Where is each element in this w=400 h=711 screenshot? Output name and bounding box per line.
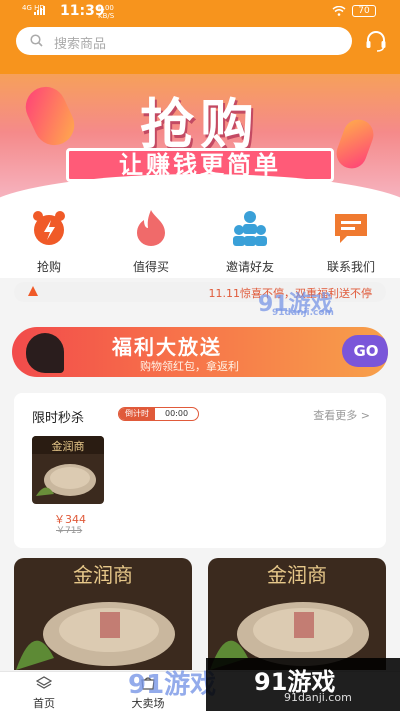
- tab-home[interactable]: 首页: [14, 676, 74, 711]
- promo-subtitle: 购物领红包，拿返利: [140, 360, 239, 373]
- flash-sale-card: 限时秒杀 倒计时 00:00 查看更多 > 金润商 ￥344 ￥715: [14, 393, 386, 548]
- product-image: 金润商: [208, 558, 386, 670]
- signal-icon: [34, 6, 46, 15]
- quick-menu: 抢购 值得买 邀请好友 联系我们: [0, 204, 400, 278]
- product-original-price: ￥715: [56, 526, 83, 536]
- watermark-badge: 91游戏 91danji.com: [206, 658, 400, 711]
- headset-icon[interactable]: [364, 29, 388, 53]
- speaker-icon: [28, 286, 38, 296]
- flash-sale-title: 限时秒杀: [32, 411, 85, 426]
- product-card[interactable]: 金润商: [208, 558, 386, 670]
- go-button[interactable]: GO: [342, 335, 388, 367]
- search-bar[interactable]: 搜索商品: [16, 27, 352, 55]
- countdown-value: 00:00: [165, 409, 189, 418]
- alarm-clock-icon: [33, 211, 65, 245]
- people-icon: [233, 211, 267, 246]
- banner-cloud-shape: [0, 174, 400, 204]
- product-image[interactable]: 金润商: [32, 436, 104, 504]
- watermark-logo: 91游戏: [128, 670, 217, 700]
- hero-banner[interactable]: 抢购 让赚钱更简单: [0, 74, 400, 204]
- search-icon: [30, 34, 43, 47]
- promo-banner[interactable]: 福利大放送 购物领红包，拿返利 GO: [12, 327, 388, 377]
- svg-text:金润商: 金润商: [267, 563, 327, 587]
- watermark-url: 91danji.com: [272, 308, 334, 318]
- flame-icon: [137, 210, 165, 246]
- product-image: 金润商: [14, 558, 192, 670]
- search-input[interactable]: 搜索商品: [54, 33, 106, 52]
- svg-text:金润商: 金润商: [52, 439, 85, 453]
- character-illustration: [26, 333, 64, 373]
- network-speed: 0.00 KB/S: [98, 4, 115, 20]
- promo-title: 福利大放送: [112, 335, 222, 359]
- home-icon: [35, 676, 53, 689]
- quick-item-worth-buying[interactable]: 值得买: [111, 204, 191, 275]
- countdown-label: 倒计时: [119, 408, 155, 420]
- quick-item-rush-buy[interactable]: 抢购: [9, 204, 89, 275]
- view-more-link[interactable]: 查看更多 >: [313, 407, 370, 423]
- quick-item-contact-us[interactable]: 联系我们: [311, 204, 391, 275]
- product-card[interactable]: 金润商: [14, 558, 192, 670]
- svg-text:金润商: 金润商: [73, 563, 133, 587]
- quick-item-invite-friends[interactable]: 邀请好友: [210, 204, 290, 275]
- countdown-badge: 倒计时 00:00: [118, 407, 200, 421]
- wifi-icon: [332, 6, 346, 16]
- status-bar: 4G HD 11:39 0.00 KB/S 70: [0, 0, 400, 22]
- battery-indicator: 70: [352, 5, 376, 17]
- chat-bubble-icon: [335, 214, 367, 243]
- tea-cake-image: 金润商: [32, 436, 104, 504]
- header: 搜索商品: [0, 22, 400, 74]
